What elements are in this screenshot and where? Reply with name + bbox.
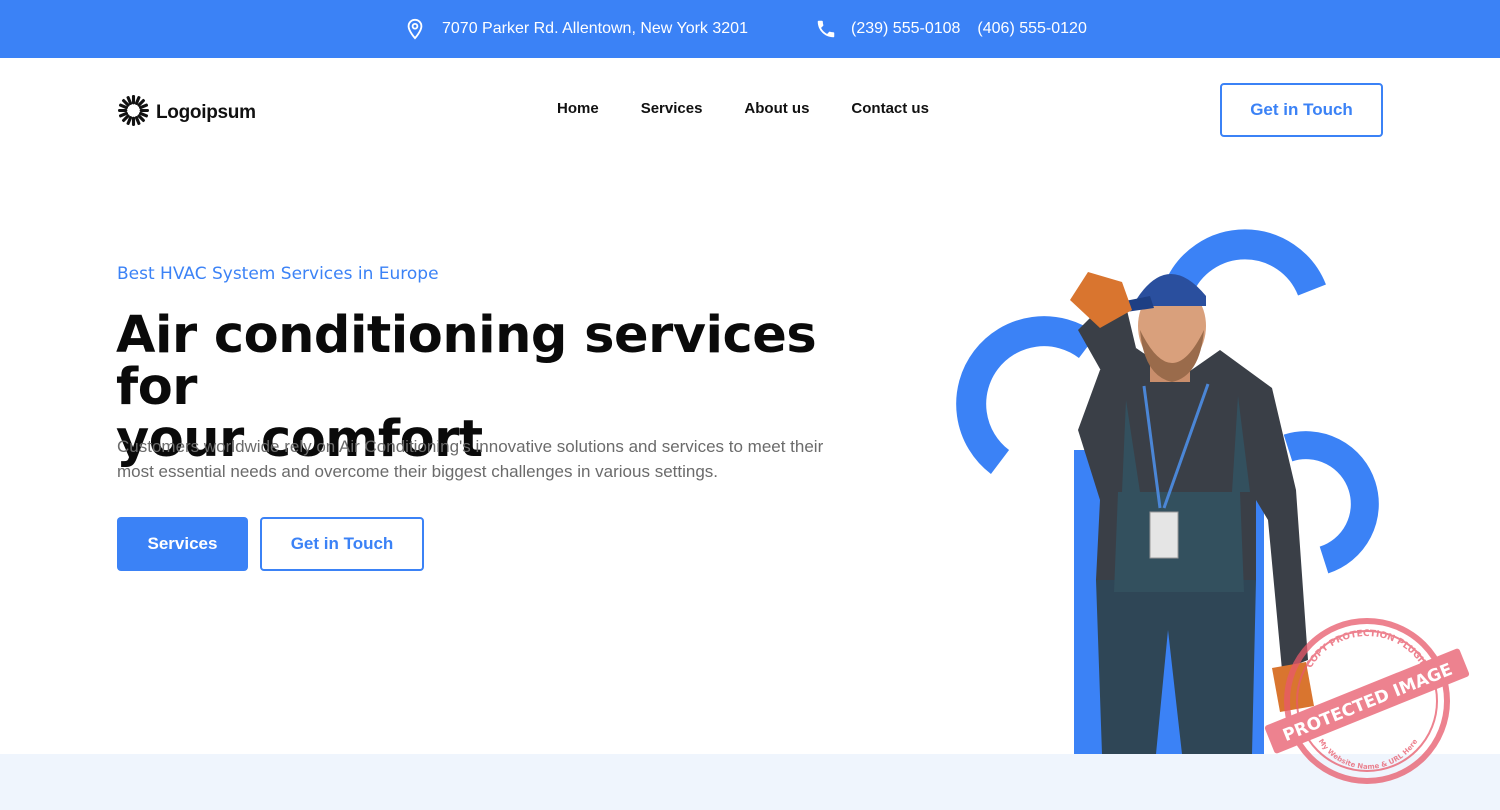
hero-title-line-1: Air conditioning services for [116,306,817,417]
hero-description: Customers worldwide rely on Air Conditio… [117,434,827,484]
logo-burst-icon [117,94,150,132]
logo[interactable]: Logoipsum [117,94,256,132]
location-pin-icon [404,18,426,40]
hero-get-in-touch-button[interactable]: Get in Touch [260,517,424,571]
address-text: 7070 Parker Rd. Allentown, New York 3201 [442,20,748,37]
top-info-bar: 7070 Parker Rd. Allentown, New York 3201… [0,0,1500,58]
hero-description-line-2: most essential needs and overcome their … [117,462,719,481]
nav-contact-us[interactable]: Contact us [851,100,929,117]
address-block: 7070 Parker Rd. Allentown, New York 3201 [404,18,748,40]
nav-services[interactable]: Services [641,100,703,117]
phone-number-1[interactable]: (239) 555-0108 [851,20,960,38]
nav-about-us[interactable]: About us [744,100,809,117]
phone-block: (239) 555-0108 (406) 555-0120 [815,18,1087,40]
nav-home[interactable]: Home [557,100,599,117]
logo-text: Logoipsum [156,102,256,123]
protected-image-watermark-stamp: COPY PROTECTION PLUGIN PROTECTED IMAGE M… [1264,618,1470,784]
phone-icon [815,18,837,40]
hero-services-button[interactable]: Services [117,517,248,571]
hero-description-line-1: Customers worldwide rely on Air Conditio… [117,437,824,456]
hero-eyebrow: Best HVAC System Services in Europe [117,264,439,284]
watermark-bottom-text: My Website Name & URL Here [1317,737,1420,771]
header-get-in-touch-button[interactable]: Get in Touch [1220,83,1383,137]
phone-number-2[interactable]: (406) 555-0120 [977,20,1086,38]
main-nav: Home Services About us Contact us [557,100,929,117]
